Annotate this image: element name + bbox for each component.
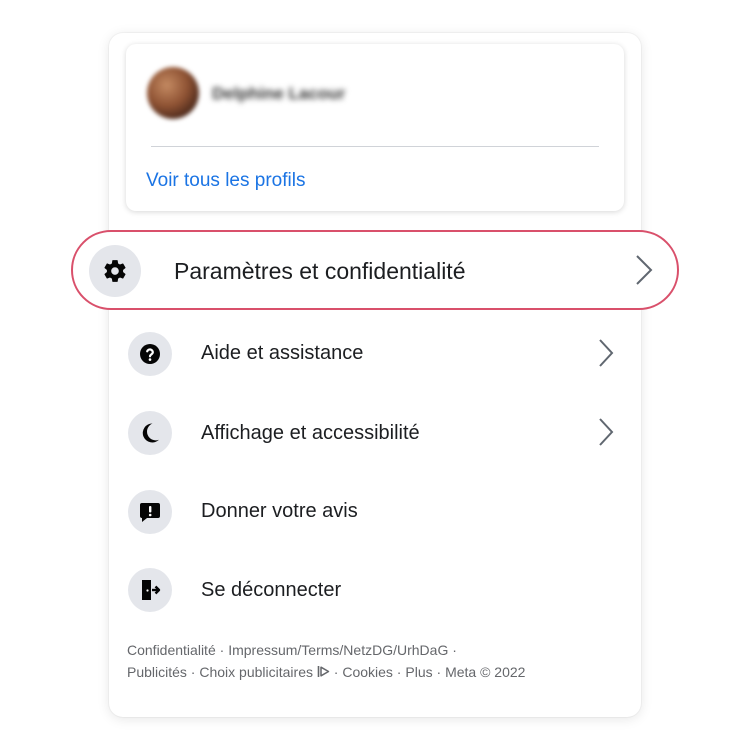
logout-label: Se déconnecter [201, 579, 342, 601]
cookies-link[interactable]: Cookies [342, 664, 393, 680]
moon-icon-container [128, 411, 172, 455]
privacy-link[interactable]: Confidentialité [127, 642, 216, 658]
footer-separator: · [448, 642, 457, 658]
settings-privacy-label: Paramètres et confidentialité [174, 258, 466, 284]
see-all-profiles-link[interactable]: Voir tous les profils [146, 170, 305, 192]
footer-separator: · [215, 642, 229, 658]
feedback-icon-container [128, 490, 172, 534]
footer-separator: · [432, 663, 446, 680]
chevron-right-icon [599, 418, 614, 446]
help-support-label: Aide et assistance [201, 342, 364, 364]
moon-icon [142, 423, 159, 443]
footer-line-1: Confidentialité · Impressum/Terms/NetzDG… [127, 640, 629, 662]
footer-separator: · [329, 663, 343, 680]
display-accessibility-label: Affichage et accessibilité [201, 422, 420, 444]
footer-links: Confidentialité · Impressum/Terms/NetzDG… [127, 640, 629, 683]
gear-icon [104, 260, 126, 282]
ads-link[interactable]: Publicités [127, 664, 187, 680]
more-link[interactable]: Plus [405, 664, 432, 680]
meta-copyright: Meta © 2022 [445, 663, 526, 680]
divider [151, 146, 599, 147]
footer-line-2: Publicités · Choix publicitaires · Cooki… [127, 662, 629, 684]
footer-separator: · [392, 663, 406, 680]
logout-icon [142, 580, 161, 600]
feedback-icon [140, 503, 160, 522]
chevron-right-icon [636, 255, 653, 285]
question-icon-container [128, 332, 172, 376]
question-icon [140, 344, 160, 364]
gear-icon-container [89, 245, 141, 297]
footer-separator: · [186, 663, 200, 680]
impressum-link[interactable]: Impressum/Terms/NetzDG/UrhDaG [228, 642, 448, 658]
ad-choices-link[interactable]: Choix publicitaires [199, 664, 313, 680]
logout-icon-container [128, 568, 172, 612]
give-feedback-label: Donner votre avis [201, 500, 358, 522]
ad-choices-icon [317, 665, 330, 677]
avatar[interactable] [147, 67, 199, 119]
chevron-right-icon [599, 339, 614, 367]
profile-name[interactable]: Delphine Lacour [212, 84, 345, 104]
